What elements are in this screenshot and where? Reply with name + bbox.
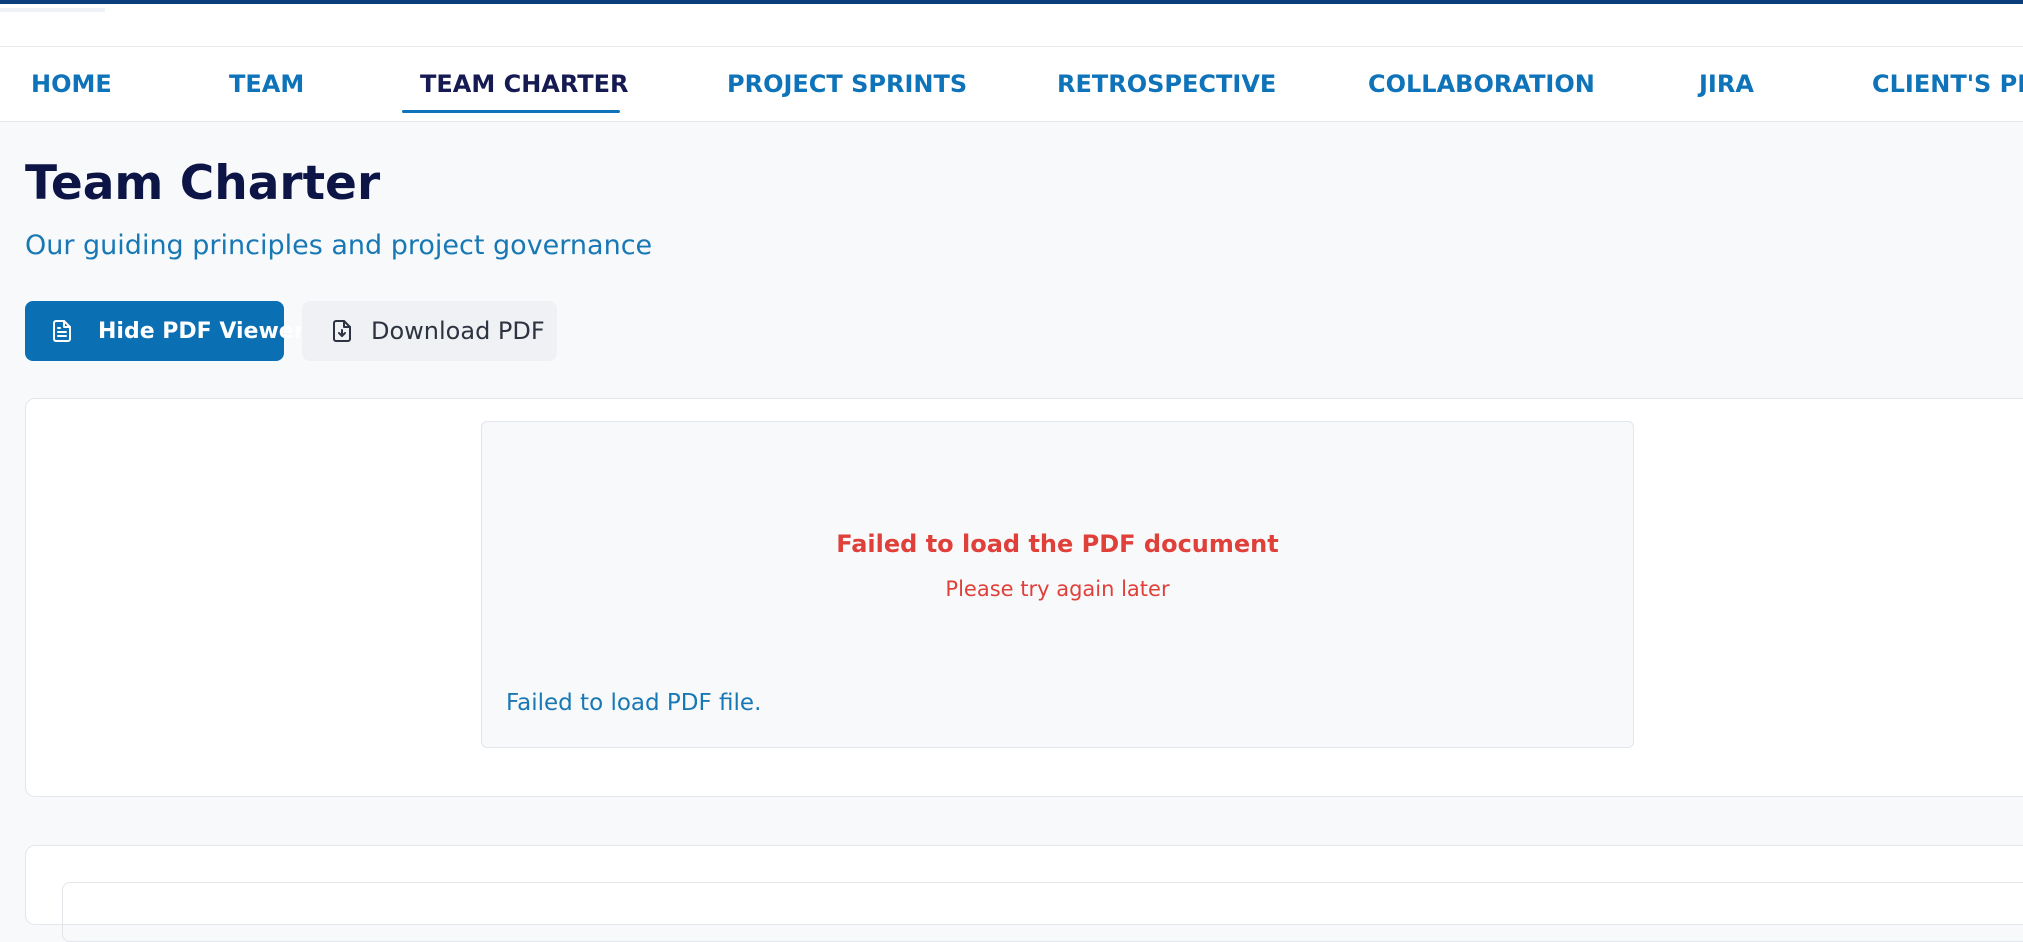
top-header-bar: [0, 0, 2023, 47]
active-tab-indicator: [402, 110, 620, 113]
nav-item-collaboration[interactable]: COLLABORATION: [1368, 47, 1595, 121]
main-navigation: HOME TEAM TEAM CHARTER PROJECT SPRINTS R…: [0, 47, 2023, 122]
pdf-fallback-message: Failed to load PDF file.: [506, 690, 762, 716]
download-pdf-button[interactable]: Download PDF: [302, 301, 557, 361]
pdf-viewer-frame[interactable]: Failed to load the PDF document Please t…: [481, 421, 1634, 748]
hide-pdf-viewer-label: Hide PDF Viewer: [98, 318, 305, 344]
header-logo-placeholder: [0, 8, 105, 12]
page-subtitle: Our guiding principles and project gover…: [25, 230, 653, 261]
nav-item-project-sprints[interactable]: PROJECT SPRINTS: [727, 47, 967, 121]
secondary-content-inner: [62, 882, 2023, 942]
nav-item-team[interactable]: TEAM: [229, 47, 304, 121]
nav-item-retrospective[interactable]: RETROSPECTIVE: [1057, 47, 1276, 121]
pdf-error-subtitle: Please try again later: [945, 577, 1170, 601]
nav-item-clients-project[interactable]: CLIENT'S PRO: [1872, 47, 2023, 121]
document-icon: [50, 319, 74, 343]
secondary-content-card: [25, 845, 2023, 942]
download-pdf-label: Download PDF: [371, 317, 545, 345]
nav-item-jira[interactable]: JIRA: [1699, 47, 1754, 121]
file-download-icon: [330, 319, 354, 343]
nav-item-home[interactable]: HOME: [31, 47, 112, 121]
pdf-error-title: Failed to load the PDF document: [836, 530, 1279, 558]
hide-pdf-viewer-button[interactable]: Hide PDF Viewer: [25, 301, 305, 361]
page-title: Team Charter: [25, 156, 381, 211]
